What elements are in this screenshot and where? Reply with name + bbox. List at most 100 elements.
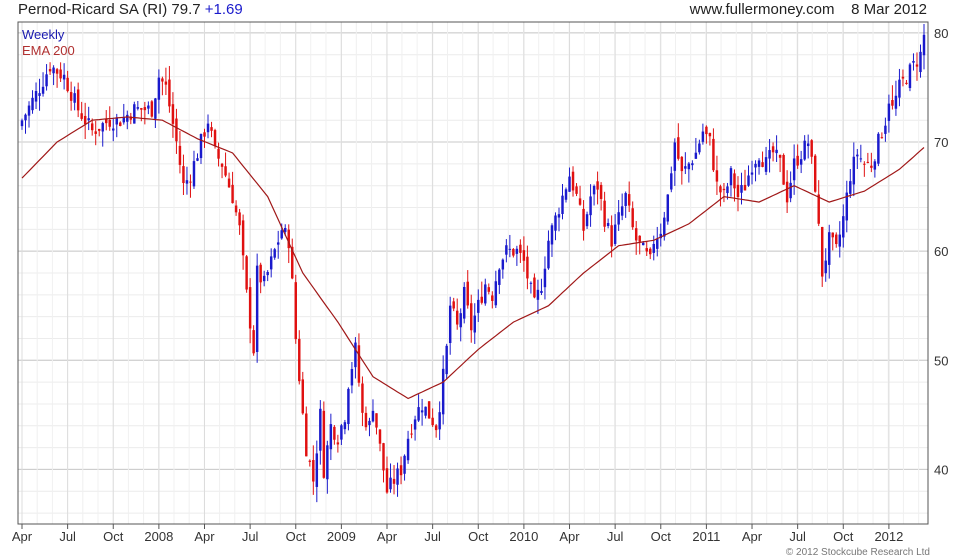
candle-body xyxy=(52,67,55,74)
candle-body xyxy=(863,163,866,165)
candle-body xyxy=(571,171,575,191)
x-tick-label: 2009 xyxy=(327,529,356,544)
candle-body xyxy=(835,234,838,245)
price-chart: 40 50 60 70 80 Apr Jul Oct 2008 Apr Jul Oct 2009 Apr J… xyxy=(12,21,948,544)
candle-body xyxy=(231,184,234,204)
candle-body xyxy=(466,281,469,306)
candle-body xyxy=(347,388,350,425)
candle-body xyxy=(477,299,480,313)
candle-body xyxy=(536,289,540,300)
candle-body xyxy=(427,401,431,419)
candle-body xyxy=(276,242,280,245)
candle-body xyxy=(350,369,354,386)
candle-body xyxy=(792,158,796,181)
candle-body xyxy=(610,225,613,247)
x-tick-label: Apr xyxy=(12,529,33,544)
candle-body xyxy=(592,185,596,195)
candle-body xyxy=(547,240,550,269)
candle-body xyxy=(217,148,220,159)
candle-body xyxy=(371,410,375,422)
candle-body xyxy=(62,74,66,80)
candle-body xyxy=(905,82,908,84)
candle-body xyxy=(526,256,529,279)
candle-body xyxy=(452,301,455,309)
legend-ema: EMA 200 xyxy=(22,43,75,58)
candle-body xyxy=(83,115,87,125)
candle-body xyxy=(606,223,610,226)
candle-body xyxy=(799,159,803,165)
candle-body xyxy=(196,158,199,161)
candle-body xyxy=(512,249,515,256)
candle-body xyxy=(157,77,161,100)
candle-body xyxy=(743,184,747,191)
candle-body xyxy=(248,287,252,329)
candle-body xyxy=(266,272,269,276)
candle-body xyxy=(424,406,427,416)
candle-body xyxy=(620,206,624,216)
candle-body xyxy=(133,104,136,124)
candle-body xyxy=(255,265,259,352)
candle-body xyxy=(357,345,361,383)
x-tick-label: Oct xyxy=(651,529,672,544)
candle-body xyxy=(143,107,147,111)
candle-body xyxy=(870,165,873,168)
candle-body xyxy=(417,407,420,421)
candle-body xyxy=(761,162,764,167)
candle-body xyxy=(455,310,459,325)
candle-body xyxy=(624,193,627,206)
candle-body xyxy=(771,146,775,153)
candle-body xyxy=(508,248,512,250)
candle-body xyxy=(69,92,73,101)
candle-body xyxy=(694,152,698,159)
candle-body xyxy=(24,114,27,121)
candle-body xyxy=(308,460,312,462)
x-tick-label: 2010 xyxy=(509,529,538,544)
candle-body xyxy=(97,128,101,131)
candle-body xyxy=(501,259,505,270)
candle-body xyxy=(368,420,371,426)
candle-body xyxy=(340,425,343,440)
candle-body xyxy=(813,155,817,192)
candle-body xyxy=(884,125,887,134)
candle-body xyxy=(203,132,206,137)
candle-body xyxy=(673,142,677,171)
candle-body xyxy=(301,379,305,414)
candle-body xyxy=(747,175,750,186)
candle-body xyxy=(382,443,385,471)
candle-body xyxy=(199,134,203,159)
candle-body xyxy=(680,156,684,172)
candle-body xyxy=(775,149,778,154)
candle-body xyxy=(908,64,912,89)
candle-body xyxy=(701,131,705,142)
candle-body xyxy=(459,313,462,328)
candle-body xyxy=(722,188,726,191)
x-tick-label: Oct xyxy=(468,529,489,544)
candle-body xyxy=(656,238,659,249)
x-tick-label: 2011 xyxy=(692,529,720,544)
candle-body xyxy=(645,248,648,252)
candle-body xyxy=(764,157,768,172)
y-tick-label: 40 xyxy=(934,462,948,477)
candle-body xyxy=(901,76,905,79)
candle-body xyxy=(420,410,424,413)
candle-body xyxy=(912,60,915,63)
candle-body xyxy=(726,186,729,194)
candle-body xyxy=(866,161,870,163)
candle-body xyxy=(329,424,333,450)
candle-body xyxy=(38,93,41,96)
candle-body xyxy=(789,182,792,199)
candle-body xyxy=(403,455,406,474)
x-tick-label: Oct xyxy=(103,529,124,544)
candle-body xyxy=(894,95,898,109)
candle-body xyxy=(733,173,736,189)
candle-body xyxy=(161,78,164,82)
candle-body xyxy=(817,194,820,224)
candle-body xyxy=(80,113,83,119)
candle-body xyxy=(361,383,364,413)
candle-body xyxy=(803,140,806,160)
candle-body xyxy=(599,184,603,199)
candle-body xyxy=(729,168,733,186)
candle-body xyxy=(280,230,283,239)
candle-body xyxy=(757,160,761,167)
candle-body xyxy=(189,181,192,183)
